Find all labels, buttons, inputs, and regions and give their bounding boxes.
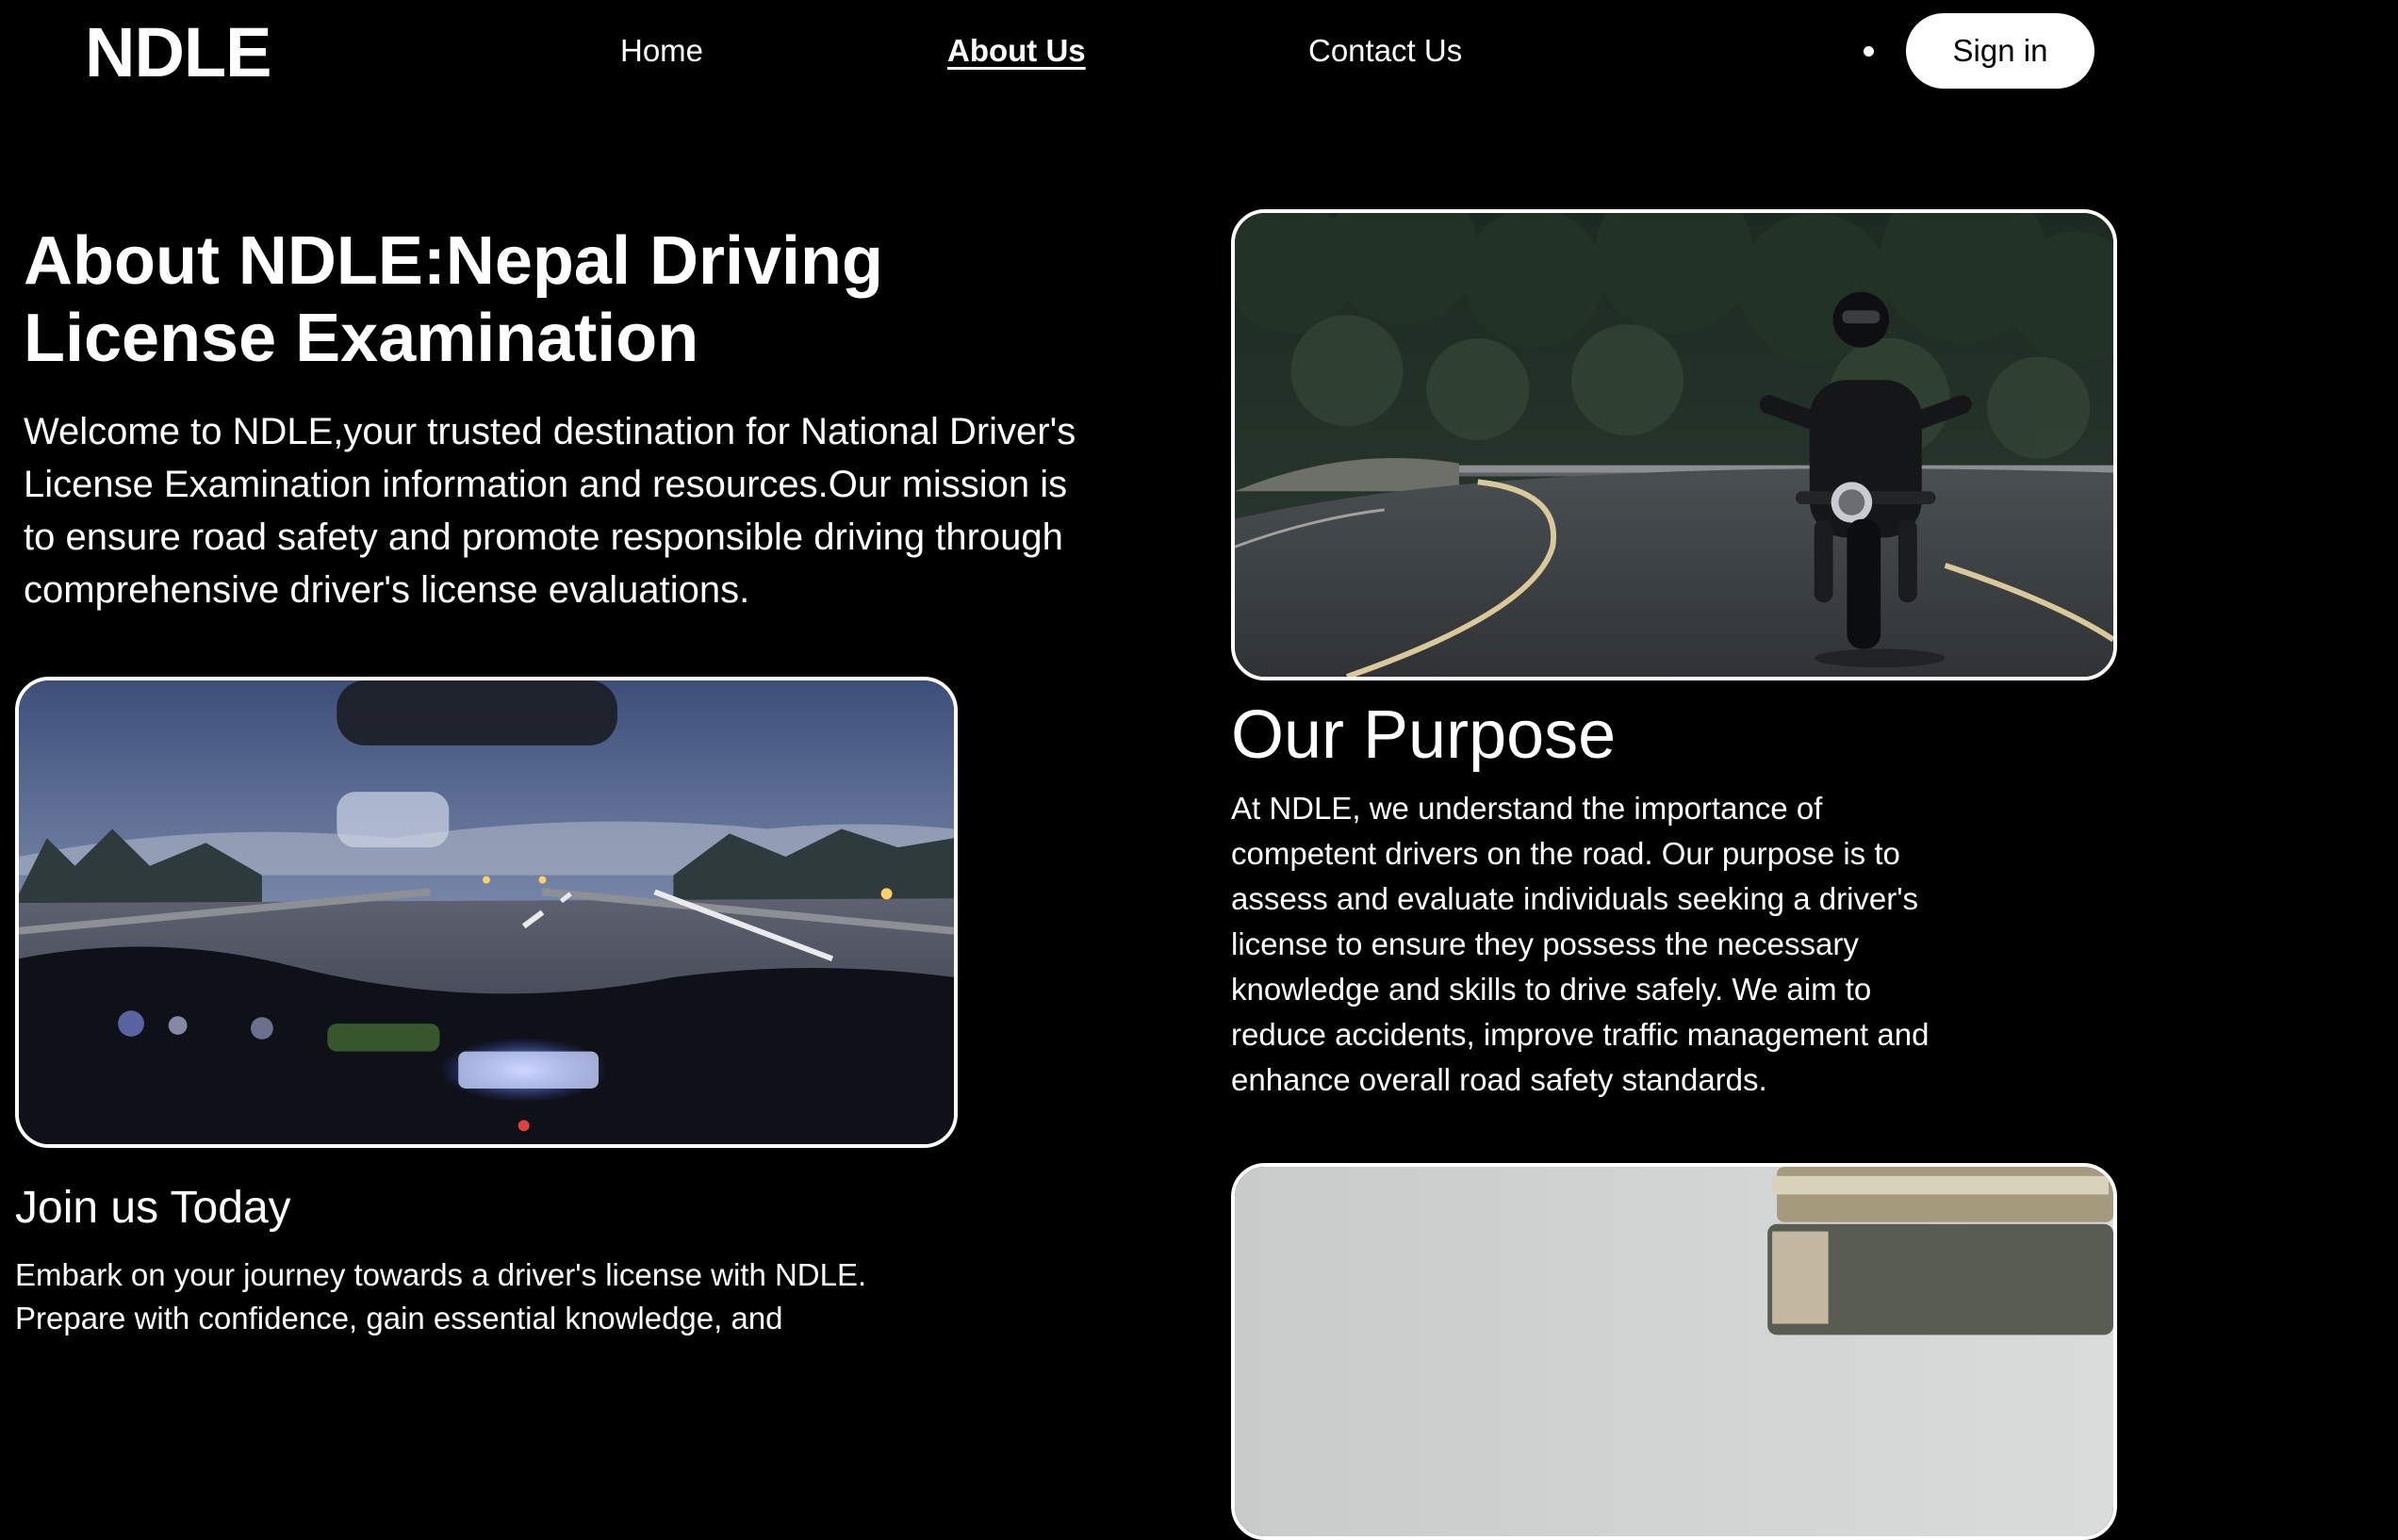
car-dashboard-illustration — [19, 680, 954, 1144]
motorcycle-road-image — [1231, 209, 2117, 680]
books-illustration — [1235, 1167, 2113, 1536]
purpose-description: At NDLE, we understand the importance of… — [1231, 791, 1930, 1097]
purpose-heading: Our Purpose — [1231, 697, 1617, 773]
dot-icon — [1864, 46, 1874, 57]
hero-description: Welcome to NDLE,your trusted destination… — [24, 411, 1076, 611]
motorcycle-road-illustration — [1235, 213, 2113, 677]
nav-link-contact-us[interactable]: Contact Us — [1308, 32, 1462, 70]
navbar: NDLE Home About Us Contact Us Sign in — [0, 0, 2398, 104]
sign-in-button[interactable]: Sign in — [1906, 13, 2094, 89]
logo[interactable]: NDLE — [85, 13, 271, 92]
nav-link-home[interactable]: Home — [620, 32, 703, 70]
join-description: Embark on your journey towards a driver'… — [15, 1257, 867, 1335]
books-image — [1231, 1163, 2117, 1540]
page-title: About NDLE:Nepal Driving License Examina… — [24, 223, 883, 376]
car-dashboard-road-image — [15, 677, 958, 1148]
nav-link-about-us[interactable]: About Us — [947, 32, 1086, 70]
join-heading: Join us Today — [15, 1183, 291, 1233]
